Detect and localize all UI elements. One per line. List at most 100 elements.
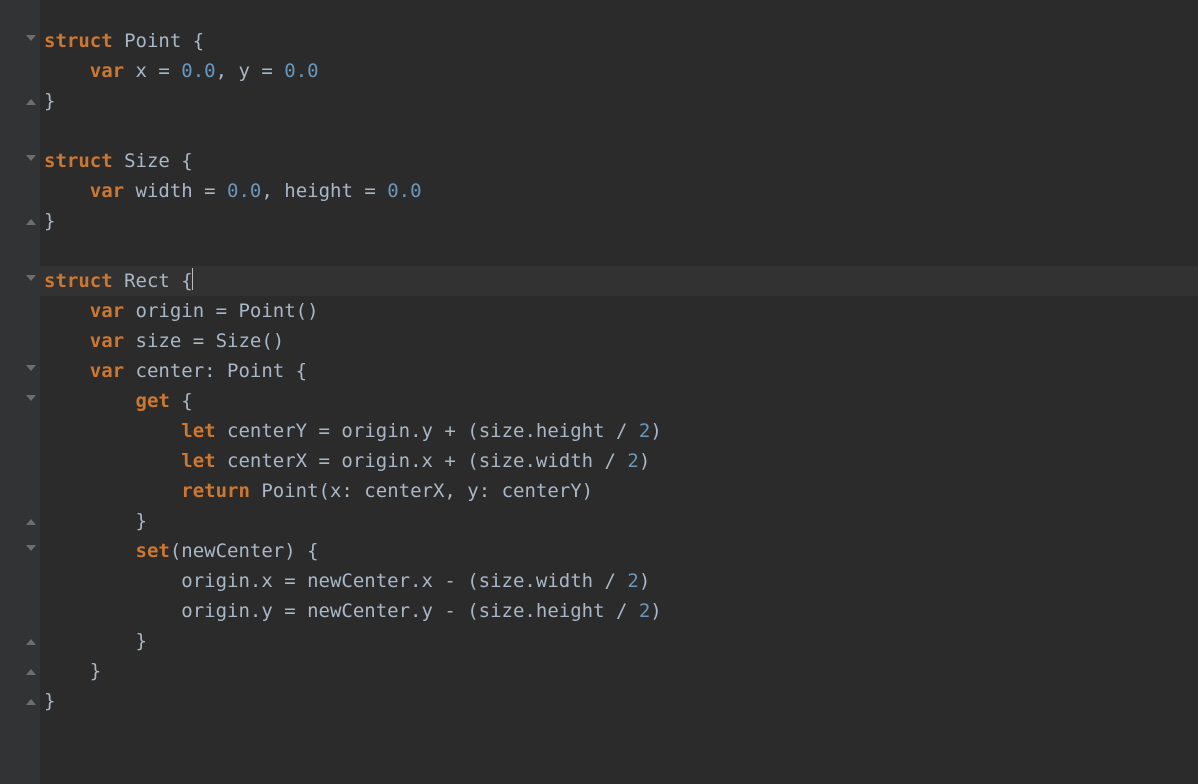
code-token: var <box>90 330 136 352</box>
code-token <box>44 330 90 352</box>
code-line[interactable]: } <box>40 656 1198 686</box>
gutter-line <box>0 56 40 86</box>
code-token: } <box>44 630 147 652</box>
code-line[interactable]: } <box>40 206 1198 236</box>
fold-close-icon[interactable] <box>24 664 38 678</box>
fold-close-icon[interactable] <box>24 94 38 108</box>
gutter-line <box>0 536 40 566</box>
code-line[interactable] <box>40 116 1198 146</box>
code-line[interactable]: struct Point { <box>40 26 1198 56</box>
code-line[interactable]: struct Rect { <box>40 266 1198 296</box>
code-token <box>44 450 181 472</box>
code-line[interactable]: } <box>40 686 1198 716</box>
gutter-line <box>0 386 40 416</box>
code-token: width = <box>136 180 228 202</box>
code-token: 2 <box>639 600 650 622</box>
code-token: 0.0 <box>284 60 318 82</box>
code-token: { <box>181 390 192 412</box>
gutter-line <box>0 176 40 206</box>
code-token: Point { <box>124 30 204 52</box>
gutter-line <box>0 566 40 596</box>
fold-open-icon[interactable] <box>24 274 38 288</box>
code-token: return <box>181 480 261 502</box>
fold-open-icon[interactable] <box>24 34 38 48</box>
gutter-line <box>0 116 40 146</box>
gutter-line <box>0 236 40 266</box>
code-line[interactable]: origin.x = newCenter.x - (size.width / 2… <box>40 566 1198 596</box>
code-token: origin.x = newCenter.x - (size.width / <box>44 570 627 592</box>
fold-open-icon[interactable] <box>24 154 38 168</box>
code-token: var <box>90 360 136 382</box>
code-editor[interactable]: struct Point { var x = 0.0, y = 0.0} stru… <box>0 0 1198 784</box>
code-line[interactable]: } <box>40 626 1198 656</box>
gutter-line <box>0 596 40 626</box>
code-token: get <box>136 390 182 412</box>
code-token <box>44 390 136 412</box>
code-token: , height = <box>261 180 387 202</box>
code-line[interactable]: var size = Size() <box>40 326 1198 356</box>
fold-close-icon[interactable] <box>24 214 38 228</box>
text-cursor <box>192 268 193 290</box>
code-line[interactable]: var width = 0.0, height = 0.0 <box>40 176 1198 206</box>
gutter-line <box>0 86 40 116</box>
code-token: let <box>181 420 227 442</box>
code-token: 2 <box>627 450 638 472</box>
code-token: var <box>90 180 136 202</box>
code-line[interactable]: origin.y = newCenter.y - (size.height / … <box>40 596 1198 626</box>
gutter-line <box>0 506 40 536</box>
code-line[interactable]: return Point(x: centerX, y: centerY) <box>40 476 1198 506</box>
code-line[interactable]: set(newCenter) { <box>40 536 1198 566</box>
code-token: centerY = origin.y + (size.height / <box>227 420 639 442</box>
code-token: 0.0 <box>181 60 215 82</box>
code-token: } <box>44 510 147 532</box>
code-line[interactable]: var center: Point { <box>40 356 1198 386</box>
code-token: , y = <box>216 60 285 82</box>
code-token: size = Size() <box>136 330 285 352</box>
code-token: 0.0 <box>227 180 261 202</box>
fold-open-icon[interactable] <box>24 394 38 408</box>
code-line[interactable]: let centerX = origin.x + (size.width / 2… <box>40 446 1198 476</box>
code-line[interactable] <box>40 236 1198 266</box>
gutter-line <box>0 26 40 56</box>
code-token <box>44 300 90 322</box>
code-token: origin = Point() <box>136 300 319 322</box>
code-line[interactable]: get { <box>40 386 1198 416</box>
code-line[interactable]: } <box>40 86 1198 116</box>
gutter <box>0 0 40 784</box>
fold-open-icon[interactable] <box>24 544 38 558</box>
gutter-line <box>0 266 40 296</box>
code-token <box>44 540 136 562</box>
fold-open-icon[interactable] <box>24 364 38 378</box>
code-line[interactable]: let centerY = origin.y + (size.height / … <box>40 416 1198 446</box>
code-token: Point(x: centerX, y: centerY) <box>261 480 593 502</box>
code-token: Rec <box>124 270 158 292</box>
code-token: ) <box>650 420 661 442</box>
gutter-line <box>0 686 40 716</box>
code-token: ) <box>639 570 650 592</box>
gutter-line <box>0 326 40 356</box>
gutter-line <box>0 446 40 476</box>
code-token: 2 <box>627 570 638 592</box>
code-token: origin.y = newCenter.y - (size.height / <box>44 600 639 622</box>
code-token: ) <box>650 600 661 622</box>
code-area[interactable]: struct Point { var x = 0.0, y = 0.0} stru… <box>40 0 1198 784</box>
fold-close-icon[interactable] <box>24 694 38 708</box>
code-token: set <box>136 540 170 562</box>
code-token <box>44 480 181 502</box>
code-token: centerX = origin.x + (size.width / <box>227 450 627 472</box>
code-line[interactable]: var origin = Point() <box>40 296 1198 326</box>
gutter-line <box>0 296 40 326</box>
code-line[interactable]: } <box>40 506 1198 536</box>
code-token: } <box>44 210 55 232</box>
code-token: } <box>44 90 55 112</box>
code-token <box>44 420 181 442</box>
code-line[interactable]: var x = 0.0, y = 0.0 <box>40 56 1198 86</box>
code-token: let <box>181 450 227 472</box>
fold-close-icon[interactable] <box>24 514 38 528</box>
code-line[interactable]: struct Size { <box>40 146 1198 176</box>
code-token: struct <box>44 150 124 172</box>
code-token <box>44 360 90 382</box>
gutter-line <box>0 476 40 506</box>
code-token: Size { <box>124 150 193 172</box>
fold-close-icon[interactable] <box>24 634 38 648</box>
